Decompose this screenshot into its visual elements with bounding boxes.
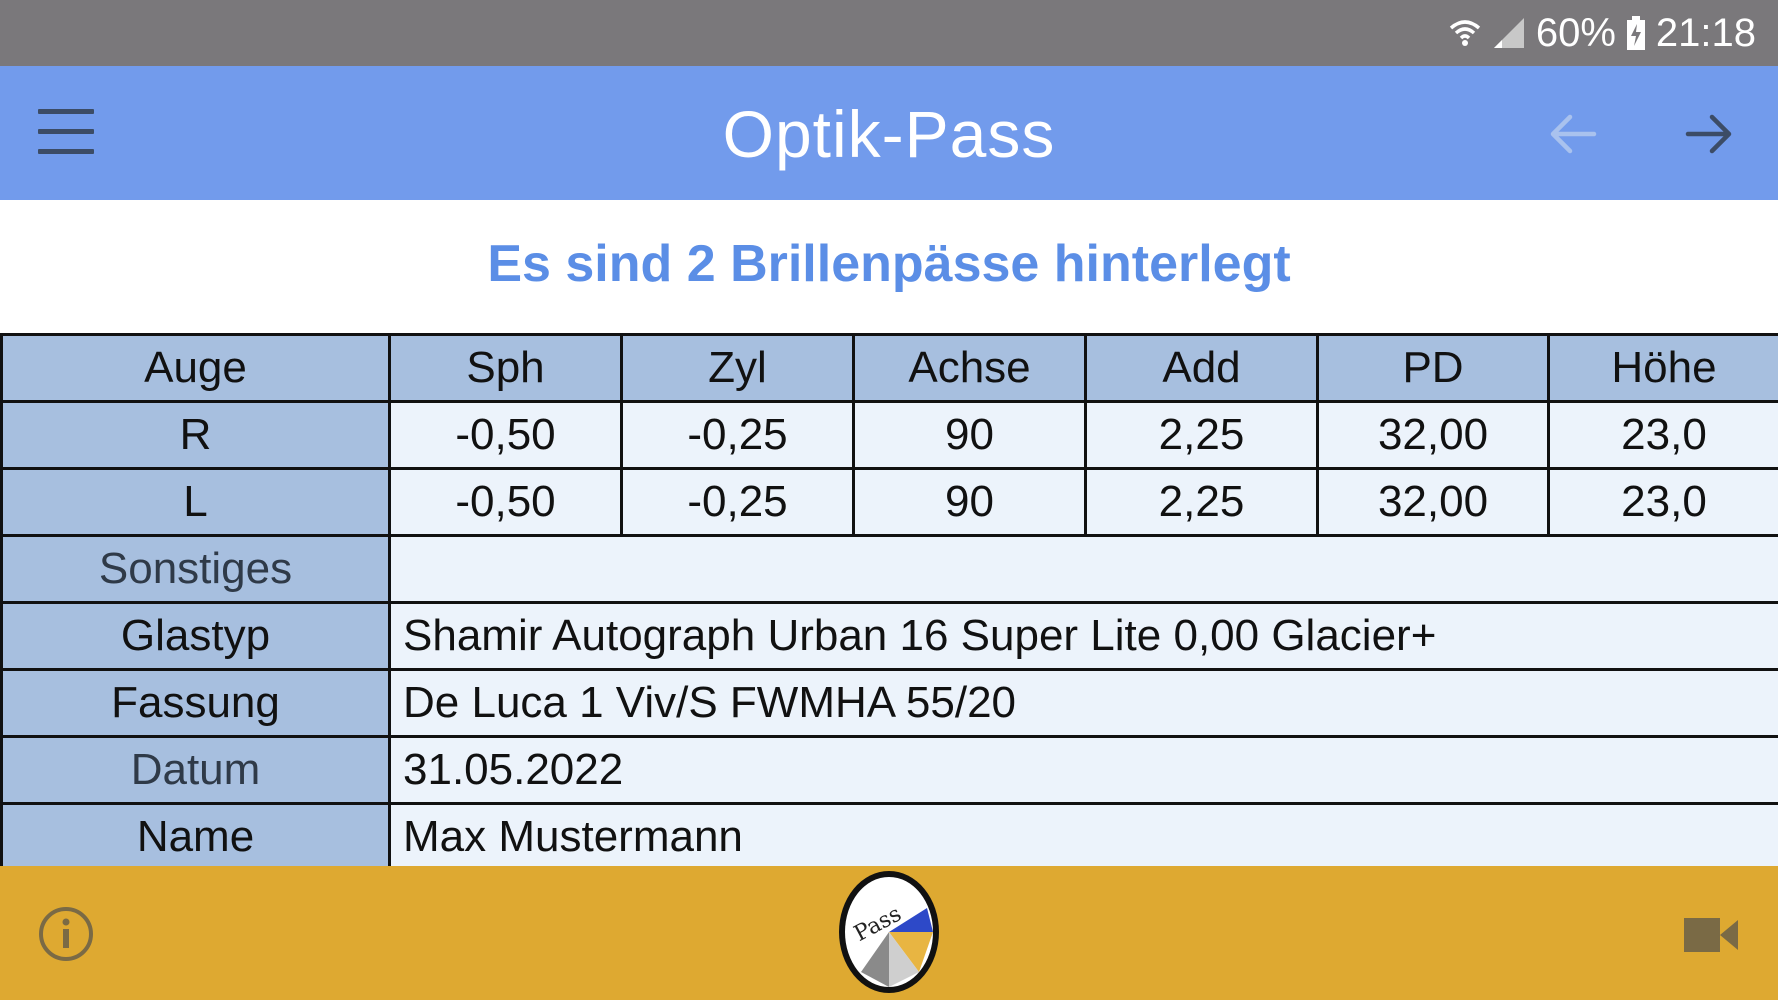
- sph-value: -0,50: [388, 400, 623, 470]
- detail-value: De Luca 1 Viv/S FWMHA 55/20: [388, 668, 1778, 738]
- detail-row-datum: Datum 31.05.2022: [0, 735, 1778, 805]
- header-sph: Sph: [388, 333, 623, 403]
- add-value: 2,25: [1084, 400, 1319, 470]
- detail-label: Name: [0, 802, 391, 872]
- clock: 21:18: [1655, 10, 1756, 55]
- pass-logo[interactable]: Pass: [835, 868, 943, 1000]
- hoehe-value: 23,0: [1547, 400, 1778, 470]
- bottom-bar: Pass: [0, 866, 1778, 1000]
- zyl-value: -0,25: [620, 400, 855, 470]
- achse-value: 90: [852, 467, 1087, 537]
- detail-label: Datum: [0, 735, 391, 805]
- detail-value: Max Mustermann: [388, 802, 1778, 872]
- detail-row-glastyp: Glastyp Shamir Autograph Urban 16 Super …: [0, 601, 1778, 671]
- arrow-left-icon[interactable]: [1548, 109, 1598, 163]
- zyl-value: -0,25: [620, 467, 855, 537]
- eye-label: L: [0, 467, 391, 537]
- video-camera-icon[interactable]: [1684, 916, 1738, 958]
- detail-value: 31.05.2022: [388, 735, 1778, 805]
- pd-value: 32,00: [1316, 400, 1550, 470]
- sph-value: -0,50: [388, 467, 623, 537]
- battery-percent: 60%: [1535, 10, 1616, 55]
- battery-charging-icon: [1626, 16, 1646, 50]
- header-add: Add: [1084, 333, 1319, 403]
- status-bar: 60% 21:18: [0, 0, 1778, 66]
- passes-count-headline: Es sind 2 Brillenpässe hinterlegt: [487, 235, 1291, 293]
- table-row-right-eye: R -0,50 -0,25 90 2,25 32,00 23,0: [0, 400, 1778, 470]
- achse-value: 90: [852, 400, 1087, 470]
- wifi-icon: [1448, 16, 1482, 50]
- eye-label: R: [0, 400, 391, 470]
- header-hoehe: Höhe: [1547, 333, 1778, 403]
- arrow-right-icon[interactable]: [1684, 109, 1734, 163]
- info-icon[interactable]: [38, 906, 94, 966]
- table-header-row: Auge Sph Zyl Achse Add PD Höhe: [0, 333, 1778, 403]
- add-value: 2,25: [1084, 467, 1319, 537]
- detail-label: Sonstiges: [0, 534, 391, 604]
- table-row-left-eye: L -0,50 -0,25 90 2,25 32,00 23,0: [0, 467, 1778, 537]
- detail-row-sonstiges: Sonstiges: [0, 534, 1778, 604]
- prescription-table: Auge Sph Zyl Achse Add PD Höhe R -0,50 -…: [0, 333, 1778, 872]
- header-zyl: Zyl: [620, 333, 855, 403]
- pd-value: 32,00: [1316, 467, 1550, 537]
- app-title: Optik-Pass: [722, 97, 1056, 171]
- detail-value: Shamir Autograph Urban 16 Super Lite 0,0…: [388, 601, 1778, 671]
- detail-row-fassung: Fassung De Luca 1 Viv/S FWMHA 55/20: [0, 668, 1778, 738]
- hoehe-value: 23,0: [1547, 467, 1778, 537]
- app-bar: Optik-Pass: [0, 66, 1778, 200]
- detail-row-name: Name Max Mustermann: [0, 802, 1778, 872]
- header-achse: Achse: [852, 333, 1087, 403]
- header-pd: PD: [1316, 333, 1550, 403]
- detail-value: [388, 534, 1778, 604]
- detail-label: Fassung: [0, 668, 391, 738]
- header-auge: Auge: [0, 333, 391, 403]
- signal-icon: [1492, 16, 1526, 50]
- detail-label: Glastyp: [0, 601, 391, 671]
